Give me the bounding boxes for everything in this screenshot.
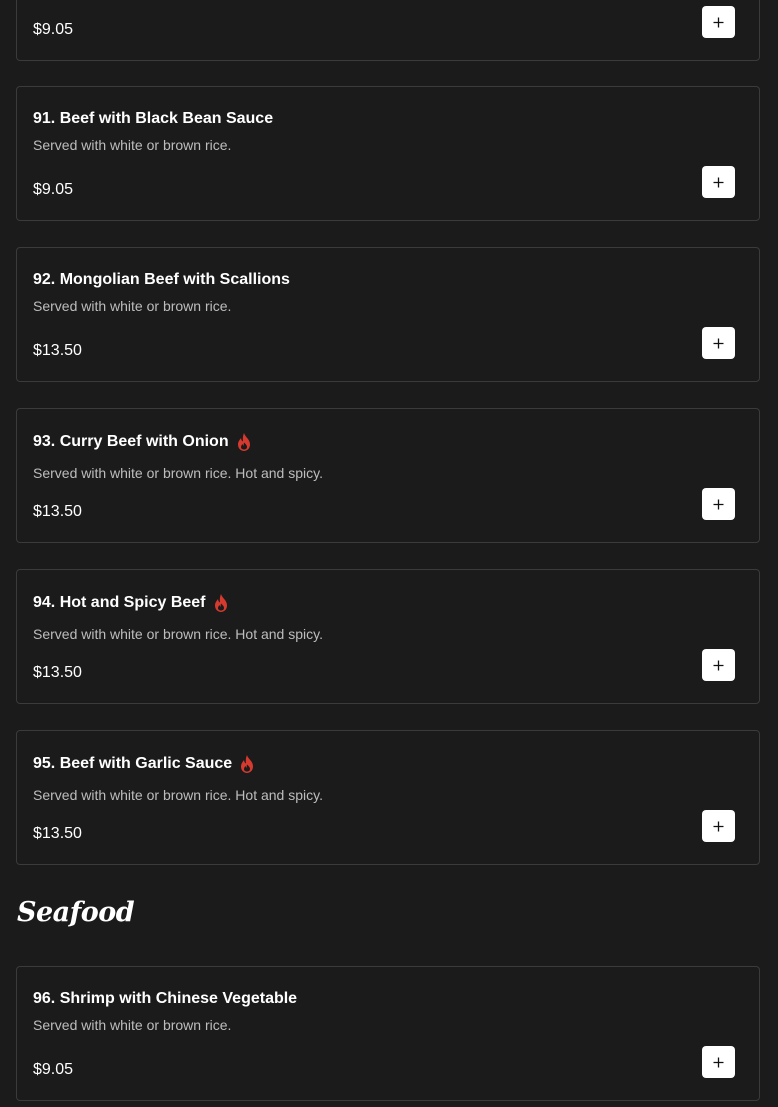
plus-icon (713, 499, 724, 509)
section-heading-seafood: Seafood (17, 897, 135, 928)
item-name: 91. Beef with Black Bean Sauce (33, 110, 274, 127)
menu-item-card[interactable]: 96. Shrimp with Chinese Vegetable Served… (16, 966, 760, 1101)
item-name: 96. Shrimp with Chinese Vegetable (33, 990, 298, 1007)
menu-item-card[interactable]: 91. Beef with Black Bean Sauce Served wi… (16, 86, 760, 221)
item-description: Served with white or brown rice. (33, 298, 232, 314)
item-price: $9.05 (33, 1061, 74, 1078)
item-price: $9.05 (33, 181, 74, 198)
item-price: $13.50 (33, 825, 82, 842)
flame-icon (241, 755, 254, 773)
plus-icon (713, 177, 724, 187)
add-to-cart-button[interactable] (702, 1046, 735, 1078)
plus-icon (713, 1057, 724, 1067)
item-description: Served with white or brown rice. Hot and… (33, 626, 323, 642)
item-description: Served with white or brown rice. (33, 1017, 232, 1033)
add-to-cart-button[interactable] (702, 649, 735, 681)
item-price: $9.05 (33, 21, 74, 38)
item-price: $13.50 (33, 664, 82, 681)
add-to-cart-button[interactable] (702, 488, 735, 520)
menu-item-card[interactable]: 93. Curry Beef with Onion Served with wh… (16, 408, 760, 543)
item-price: $13.50 (33, 503, 82, 520)
item-name: 95. Beef with Garlic Sauce (33, 754, 256, 774)
menu-item-card[interactable]: 95. Beef with Garlic Sauce Served with w… (16, 730, 760, 865)
plus-icon (713, 660, 724, 670)
add-to-cart-button[interactable] (702, 166, 735, 198)
add-to-cart-button[interactable] (702, 327, 735, 359)
menu-item-card[interactable]: 94. Hot and Spicy Beef Served with white… (16, 569, 760, 704)
flame-icon (237, 433, 250, 451)
menu-item-card[interactable]: 92. Mongolian Beef with Scallions Served… (16, 247, 760, 382)
plus-icon (713, 338, 724, 348)
add-to-cart-button[interactable] (702, 6, 735, 38)
plus-icon (713, 17, 724, 27)
item-description: Served with white or brown rice. Hot and… (33, 787, 323, 803)
plus-icon (713, 821, 724, 831)
menu-item-card[interactable]: $9.05 (16, 0, 760, 61)
item-name: 92. Mongolian Beef with Scallions (33, 271, 290, 288)
item-name: 94. Hot and Spicy Beef (33, 593, 230, 613)
item-name: 93. Curry Beef with Onion (33, 432, 253, 452)
menu-page: $9.05 91. Beef with Black Bean Sauce Ser… (0, 0, 778, 1107)
item-description: Served with white or brown rice. Hot and… (33, 465, 323, 481)
flame-icon (214, 594, 227, 612)
item-description: Served with white or brown rice. (33, 137, 232, 153)
item-price: $13.50 (33, 342, 82, 359)
add-to-cart-button[interactable] (702, 810, 735, 842)
